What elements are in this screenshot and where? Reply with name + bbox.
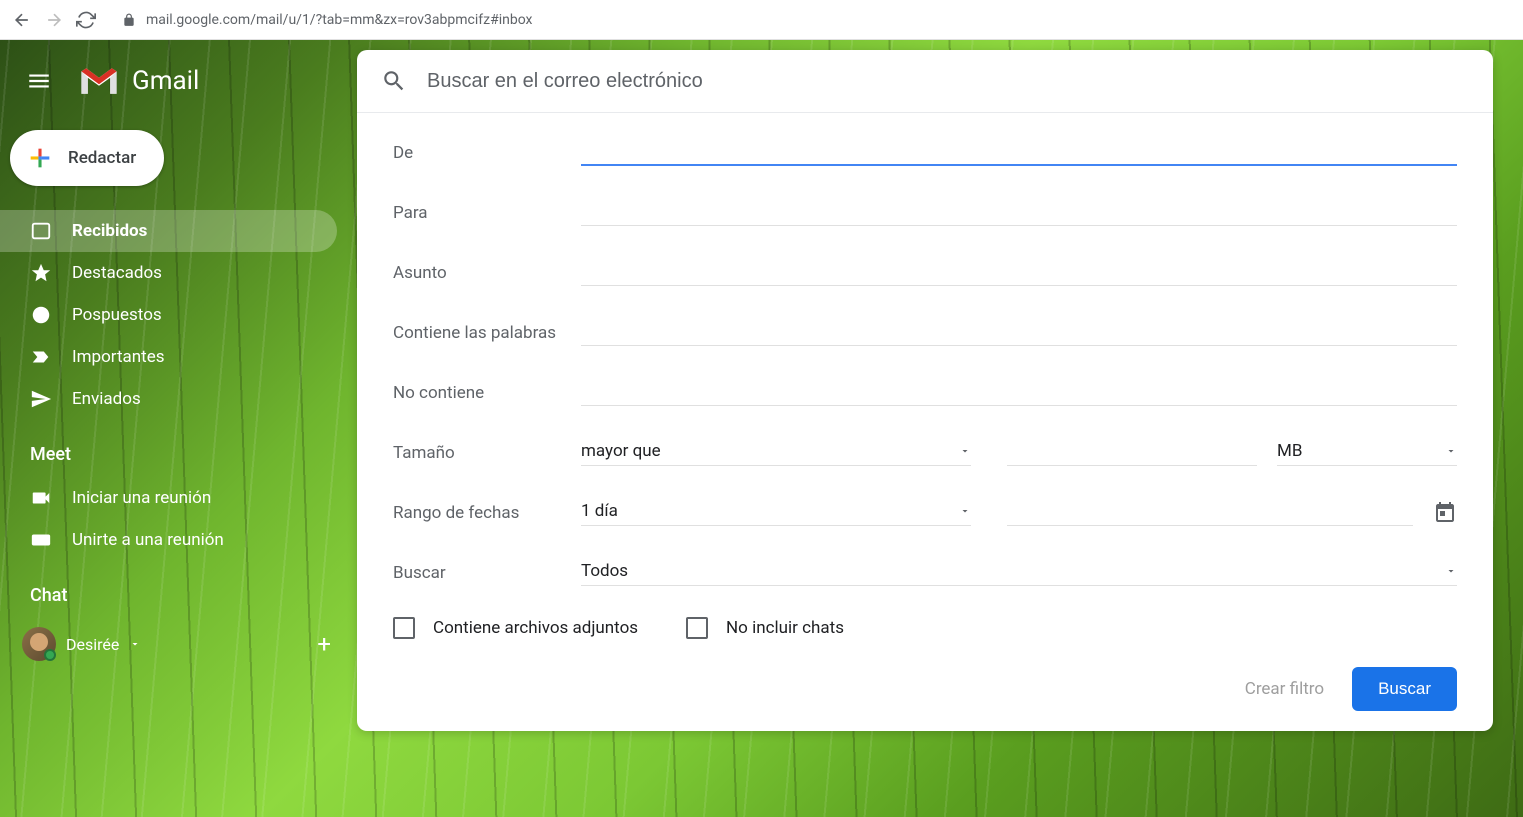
keyboard-icon [30, 529, 52, 551]
checkbox-box [393, 617, 415, 639]
search-panel: De Para Asunto Contiene las palabras No … [357, 50, 1493, 731]
reload-button[interactable] [76, 10, 96, 30]
search-button[interactable]: Buscar [1352, 667, 1457, 711]
subject-input[interactable] [581, 261, 1457, 281]
gmail-icon [78, 65, 120, 97]
sidebar-item-label: Pospuestos [72, 305, 162, 325]
forward-button[interactable] [44, 10, 64, 30]
status-indicator [44, 649, 56, 661]
not-has-input[interactable] [581, 381, 1457, 401]
search-header [357, 50, 1493, 113]
search-icon[interactable] [381, 68, 407, 94]
sidebar-item-important[interactable]: Importantes [0, 336, 337, 378]
size-label: Tamaño [393, 443, 581, 463]
from-input[interactable] [581, 140, 1457, 160]
has-words-input[interactable] [581, 321, 1457, 341]
add-chat-button[interactable]: + [309, 626, 339, 662]
to-input[interactable] [581, 201, 1457, 221]
sidebar-item-label: Importantes [72, 347, 165, 367]
browser-toolbar: mail.google.com/mail/u/1/?tab=mm&zx=rov3… [0, 0, 1523, 40]
url-text[interactable]: mail.google.com/mail/u/1/?tab=mm&zx=rov3… [146, 12, 532, 28]
sidebar-item-label: Enviados [72, 389, 141, 409]
chevron-down-icon [129, 638, 141, 650]
chat-section-header: Chat [0, 561, 357, 618]
search-in-label: Buscar [393, 563, 581, 583]
to-label: Para [393, 203, 581, 223]
sidebar-item-inbox[interactable]: Recibidos [0, 210, 337, 252]
has-attachment-checkbox[interactable]: Contiene archivos adjuntos [393, 617, 638, 639]
chevron-down-icon [959, 445, 971, 457]
chat-user-name: Desirée [66, 635, 119, 654]
subject-label: Asunto [393, 263, 581, 283]
gmail-logo[interactable]: Gmail [78, 65, 199, 97]
sidebar-item-label: Destacados [72, 263, 162, 283]
size-operator-select[interactable]: mayor que [581, 441, 971, 466]
app-name: Gmail [132, 66, 199, 96]
not-has-label: No contiene [393, 383, 581, 403]
video-icon [30, 487, 52, 509]
has-words-label: Contiene las palabras [393, 323, 581, 343]
inbox-icon [30, 220, 52, 242]
plus-icon [26, 144, 54, 172]
lock-icon [122, 13, 136, 27]
no-chats-checkbox[interactable]: No incluir chats [686, 617, 844, 639]
sidebar-item-start-meeting[interactable]: Iniciar una reunión [0, 477, 337, 519]
chat-user-row[interactable]: Desirée [22, 627, 141, 661]
main-menu-button[interactable] [18, 60, 60, 102]
main-content: De Para Asunto Contiene las palabras No … [357, 50, 1493, 817]
date-input[interactable] [1007, 501, 1413, 521]
search-in-select[interactable]: Todos [581, 561, 1457, 586]
size-unit-select[interactable]: MB [1277, 441, 1457, 466]
checkbox-box [686, 617, 708, 639]
sidebar-item-sent[interactable]: Enviados [0, 378, 337, 420]
sidebar-item-label: Recibidos [72, 221, 147, 241]
sidebar-item-label: Iniciar una reunión [72, 488, 211, 508]
filter-form: De Para Asunto Contiene las palabras No … [357, 113, 1493, 731]
sidebar-item-label: Unirte a una reunión [72, 530, 224, 550]
chevron-down-icon [959, 505, 971, 517]
size-value-input[interactable] [1007, 441, 1257, 461]
send-icon [30, 388, 52, 410]
calendar-icon [1433, 501, 1457, 525]
sidebar: Gmail Redactar Recibidos Destacado [0, 40, 357, 817]
chevron-down-icon [1445, 445, 1457, 457]
create-filter-button[interactable]: Crear filtro [1245, 679, 1324, 699]
compose-label: Redactar [68, 148, 136, 168]
calendar-button[interactable] [1433, 501, 1457, 525]
compose-button[interactable]: Redactar [10, 130, 164, 186]
clock-icon [30, 304, 52, 326]
date-range-select[interactable]: 1 día [581, 501, 971, 526]
back-button[interactable] [12, 10, 32, 30]
sidebar-item-starred[interactable]: Destacados [0, 252, 337, 294]
from-label: De [393, 143, 581, 163]
search-input[interactable] [427, 70, 1469, 93]
date-range-label: Rango de fechas [393, 503, 581, 523]
sidebar-item-join-meeting[interactable]: Unirte a una reunión [0, 519, 337, 561]
sidebar-item-snoozed[interactable]: Pospuestos [0, 294, 337, 336]
star-icon [30, 262, 52, 284]
meet-section-header: Meet [0, 420, 357, 477]
important-icon [30, 346, 52, 368]
chevron-down-icon [1445, 565, 1457, 577]
